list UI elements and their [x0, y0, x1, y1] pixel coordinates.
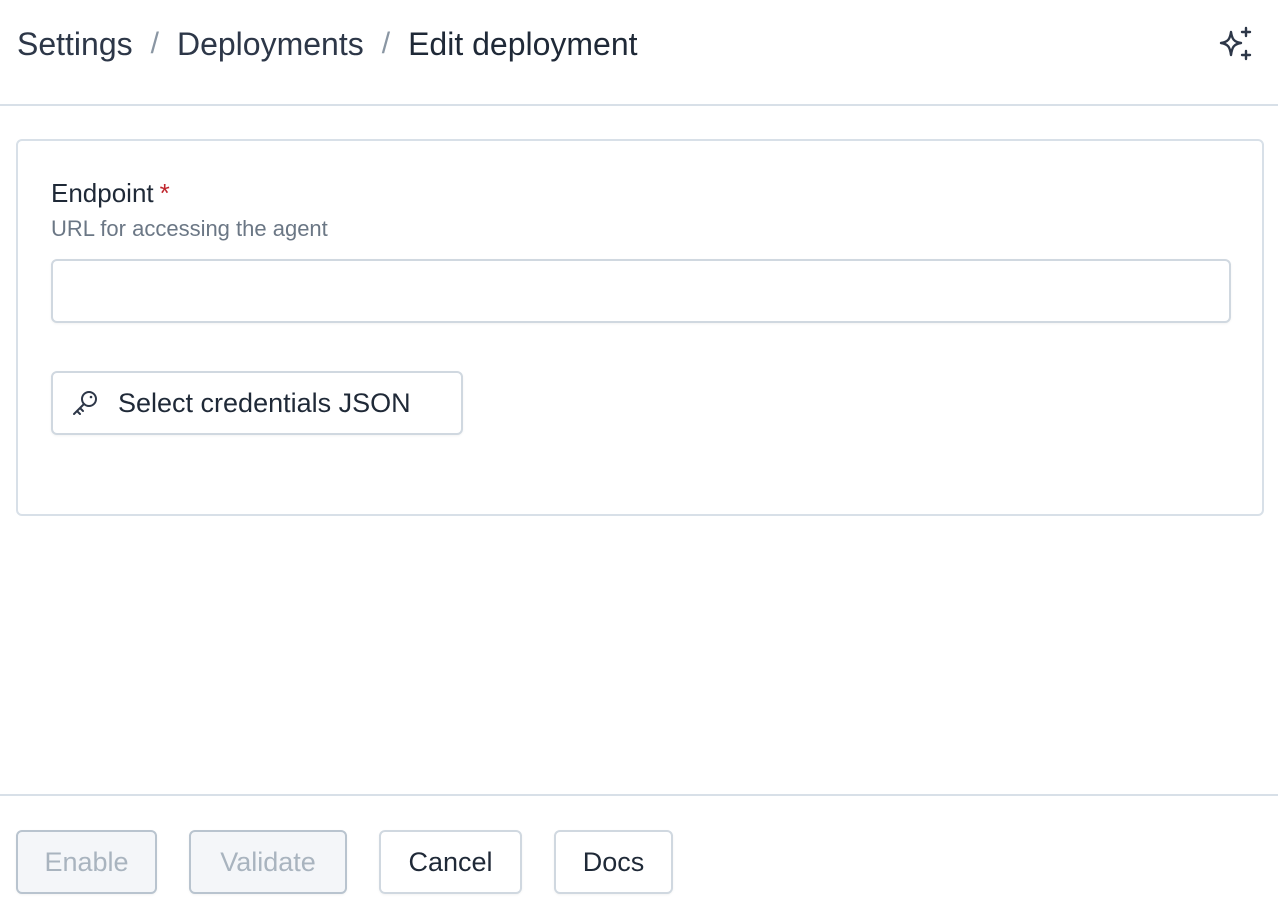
enable-button[interactable]: Enable [16, 830, 157, 894]
breadcrumb-deployments[interactable]: Deployments [177, 24, 364, 64]
breadcrumb-separator: / [381, 27, 391, 60]
sparkle-icon[interactable] [1216, 24, 1256, 64]
breadcrumb-settings[interactable]: Settings [17, 24, 133, 64]
endpoint-input[interactable] [51, 259, 1231, 323]
required-marker: * [159, 178, 170, 208]
endpoint-label-text: Endpoint [51, 178, 154, 208]
key-icon [70, 388, 100, 418]
breadcrumb-separator: / [150, 27, 159, 60]
cancel-button[interactable]: Cancel [379, 830, 522, 894]
select-credentials-label: Select credentials JSON [118, 387, 411, 418]
endpoint-label: Endpoint * [51, 177, 170, 209]
breadcrumb: Settings / Deployments / Edit deployment [17, 24, 638, 64]
docs-button[interactable]: Docs [554, 830, 673, 894]
select-credentials-button[interactable]: Select credentials JSON [51, 371, 463, 435]
breadcrumb-current-page: Edit deployment [408, 26, 638, 62]
validate-button[interactable]: Validate [189, 830, 347, 894]
footer-actions: Enable Validate Cancel Docs [0, 794, 1278, 918]
deployment-form-card: Endpoint * URL for accessing the agent Se… [16, 139, 1264, 516]
endpoint-help-text: URL for accessing the agent [51, 216, 328, 241]
page-header: Settings / Deployments / Edit deployment [0, 0, 1278, 106]
